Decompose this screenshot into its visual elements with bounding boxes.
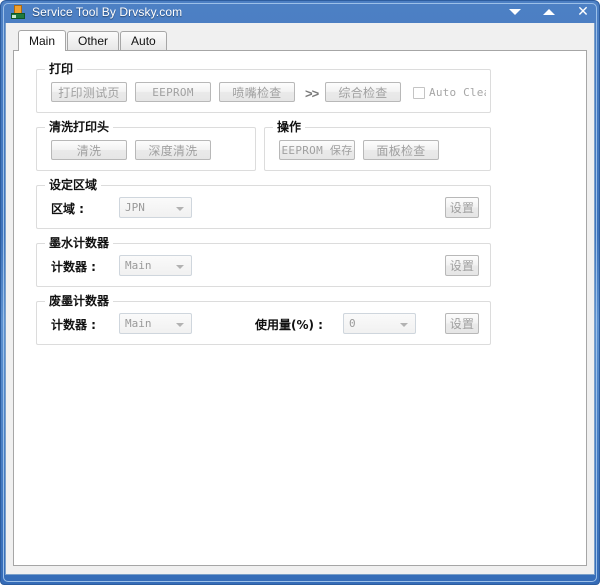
clean-button[interactable]: 清洗 <box>51 140 127 160</box>
minimize-button[interactable] <box>507 4 523 20</box>
ink-counter-set-button[interactable]: 设置 <box>445 255 479 276</box>
printer-tool-icon <box>10 4 26 20</box>
region-select[interactable]: JPN <box>119 197 192 218</box>
window-controls: ✕ <box>507 1 591 23</box>
chevron-down-icon <box>509 9 521 15</box>
maximize-button[interactable] <box>541 4 557 20</box>
chevron-down-icon <box>176 207 184 211</box>
tab-other[interactable]: Other <box>67 31 120 50</box>
usage-percent-select[interactable]: 0 <box>343 313 416 334</box>
waste-counter-set-button[interactable]: 设置 <box>445 313 479 334</box>
group-region: 设定区域 区域 : JPN 设置 <box>36 178 491 229</box>
chevron-down-icon <box>176 265 184 269</box>
group-operation: 操作 EEPROM 保存 面板检查 <box>264 120 491 171</box>
window-title: Service Tool By Drvsky.com <box>32 5 183 19</box>
usage-percent-select-value: 0 <box>349 317 356 330</box>
chevron-up-icon <box>543 9 555 15</box>
checkbox-box-icon <box>413 86 425 99</box>
tab-strip: Main Other Auto <box>13 29 587 51</box>
ink-counter-field-label: 计数器 : <box>51 260 96 274</box>
chevron-down-icon <box>176 323 184 327</box>
application-window: Service Tool By Drvsky.com ✕ Main Other … <box>0 0 600 585</box>
usage-percent-label: 使用量(%) : <box>255 318 323 332</box>
auto-cleaning-checkbox[interactable]: Auto Cleani: <box>413 85 486 100</box>
tab-main[interactable]: Main <box>18 30 67 51</box>
forward-arrows-separator: >> <box>305 86 319 101</box>
group-print-title: 打印 <box>45 62 78 76</box>
close-button[interactable]: ✕ <box>575 4 591 20</box>
chevron-down-icon <box>400 323 408 327</box>
group-print: 打印 打印测试页 EEPROM 喷嘴检查 >> 综合检查 Auto Cleani… <box>36 62 491 113</box>
group-operation-title: 操作 <box>273 120 306 134</box>
deep-clean-button[interactable]: 深度清洗 <box>135 140 211 160</box>
group-waste-counter-title: 废墨计数器 <box>45 294 114 308</box>
group-ink-counter: 墨水计数器 计数器 : Main 设置 <box>36 236 491 287</box>
ink-counter-select[interactable]: Main <box>119 255 192 276</box>
waste-counter-field-label: 计数器 : <box>51 318 96 332</box>
tab-panel-main: 打印 打印测试页 EEPROM 喷嘴检查 >> 综合检查 Auto Cleani… <box>13 50 587 566</box>
tab-auto[interactable]: Auto <box>120 31 167 50</box>
region-field-label: 区域 : <box>51 202 84 216</box>
group-cleaning: 清洗打印头 清洗 深度清洗 <box>36 120 256 171</box>
group-region-title: 设定区域 <box>45 178 102 192</box>
region-set-button[interactable]: 设置 <box>445 197 479 218</box>
region-select-value: JPN <box>125 201 145 214</box>
ink-counter-select-value: Main <box>125 259 152 272</box>
print-test-page-button[interactable]: 打印测试页 <box>51 82 127 102</box>
waste-counter-select[interactable]: Main <box>119 313 192 334</box>
panel-check-button[interactable]: 面板检查 <box>363 140 439 160</box>
eeprom-save-button[interactable]: EEPROM 保存 <box>279 140 355 160</box>
group-cleaning-title: 清洗打印头 <box>45 120 114 134</box>
group-ink-counter-title: 墨水计数器 <box>45 236 114 250</box>
close-icon: ✕ <box>577 3 589 19</box>
nozzle-check-button[interactable]: 喷嘴检查 <box>219 82 295 102</box>
waste-counter-select-value: Main <box>125 317 152 330</box>
eeprom-print-button[interactable]: EEPROM <box>135 82 211 102</box>
client-area: Main Other Auto 打印 打印测试页 EEPROM 喷嘴检查 >> … <box>5 23 595 575</box>
group-waste-counter: 废墨计数器 计数器 : Main 使用量(%) : 0 设置 <box>36 294 491 345</box>
auto-cleaning-label: Auto Cleani: <box>429 86 486 99</box>
title-bar[interactable]: Service Tool By Drvsky.com ✕ <box>5 1 595 23</box>
comprehensive-check-button[interactable]: 综合检查 <box>325 82 401 102</box>
